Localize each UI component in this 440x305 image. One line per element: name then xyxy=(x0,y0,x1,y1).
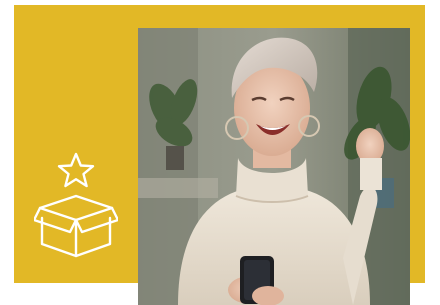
hero-photo xyxy=(138,28,410,305)
gift-box-star-icon xyxy=(32,152,120,260)
